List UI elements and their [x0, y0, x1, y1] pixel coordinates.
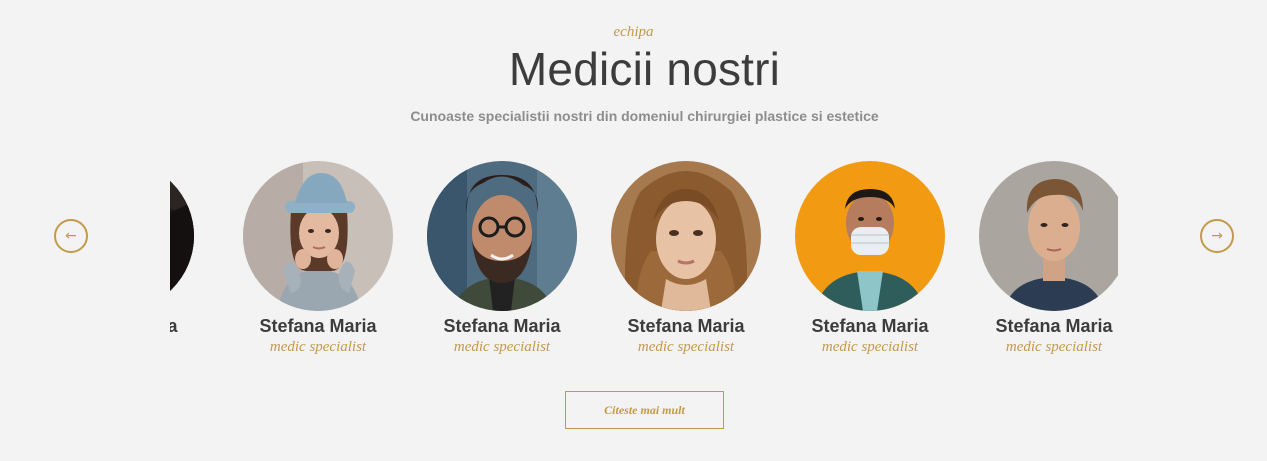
doctor-role: medic specialist [170, 339, 204, 356]
doctor-card[interactable]: Stefana Maria medic specialist [611, 160, 795, 360]
doctor-name: Stefana Maria [170, 316, 178, 336]
doctor-name: Stefana Maria [811, 316, 929, 336]
doctor-role: medic specialist [821, 339, 919, 355]
arrow-left-icon: ← [65, 228, 77, 244]
doctor-photo [170, 161, 194, 311]
doctor-name: Stefana Maria [443, 316, 561, 336]
section-subtitle: Cunoaste specialistii nostri din domeniu… [410, 108, 879, 124]
doctors-carousel[interactable]: Stefana Maria medic specialist [170, 160, 1118, 360]
doctor-role: medic specialist [269, 339, 367, 355]
doctor-photo [427, 161, 577, 311]
doctor-role: medic specialist [1005, 339, 1103, 355]
doctor-card[interactable]: Stefana Maria medic specialist [979, 160, 1118, 360]
doctor-photo [243, 161, 393, 311]
read-more-button[interactable]: Citeste mai mult [565, 391, 724, 429]
doctor-name: Stefana Maria [259, 316, 377, 336]
doctor-card[interactable]: Stefana Maria medic specialist [243, 160, 427, 360]
carousel-prev-button[interactable]: ← [54, 219, 88, 253]
section-eyebrow: echipa [613, 24, 654, 40]
doctor-card[interactable]: Stefana Maria medic specialist [427, 160, 611, 360]
doctor-card[interactable]: Stefana Maria medic specialist [170, 160, 228, 360]
carousel-next-button[interactable]: → [1200, 219, 1234, 253]
section-title: Medicii nostri [508, 43, 781, 95]
doctor-name: Stefana Maria [627, 316, 745, 336]
doctor-card[interactable]: Stefana Maria medic specialist [795, 160, 979, 360]
doctor-photo [611, 161, 761, 311]
doctor-photo [795, 161, 945, 311]
doctor-name: Stefana Maria [995, 316, 1113, 336]
doctor-role: medic specialist [453, 339, 551, 355]
arrow-right-icon: → [1211, 228, 1223, 244]
doctor-role: medic specialist [637, 339, 735, 355]
doctor-photo [979, 161, 1118, 311]
